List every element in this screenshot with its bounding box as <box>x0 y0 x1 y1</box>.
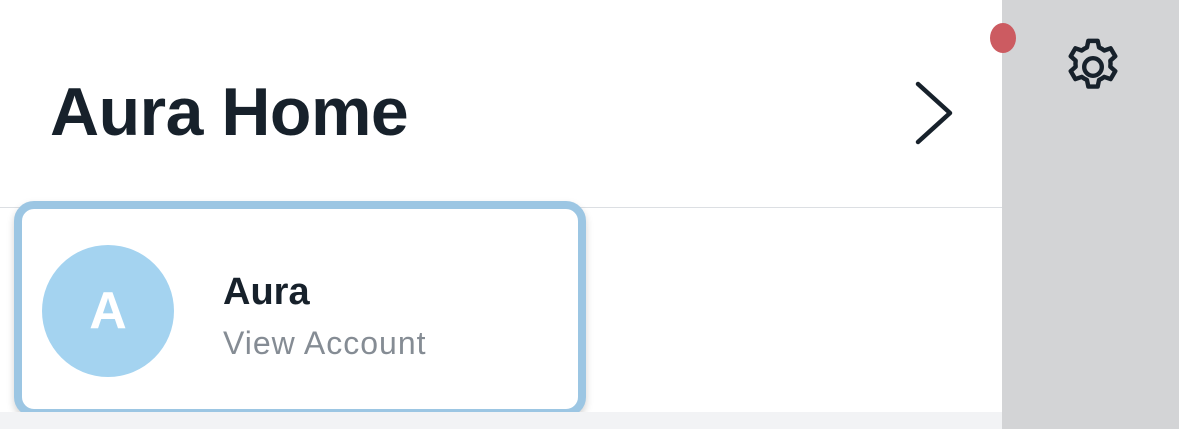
home-header[interactable]: Aura Home <box>0 0 1002 208</box>
account-name: Aura <box>223 271 310 313</box>
notification-dot <box>990 23 1016 53</box>
gear-icon[interactable] <box>1060 34 1126 100</box>
account-card[interactable]: A Aura View Account <box>14 201 586 417</box>
view-account-link[interactable]: View Account <box>223 325 427 362</box>
side-drawer: Aura Home A Aura View Account <box>0 0 1002 429</box>
page-title: Aura Home <box>50 74 409 150</box>
screen: Aura Home A Aura View Account <box>0 0 1179 429</box>
section-separator <box>0 412 1002 429</box>
chevron-right-icon[interactable] <box>910 80 958 146</box>
avatar: A <box>42 245 174 377</box>
